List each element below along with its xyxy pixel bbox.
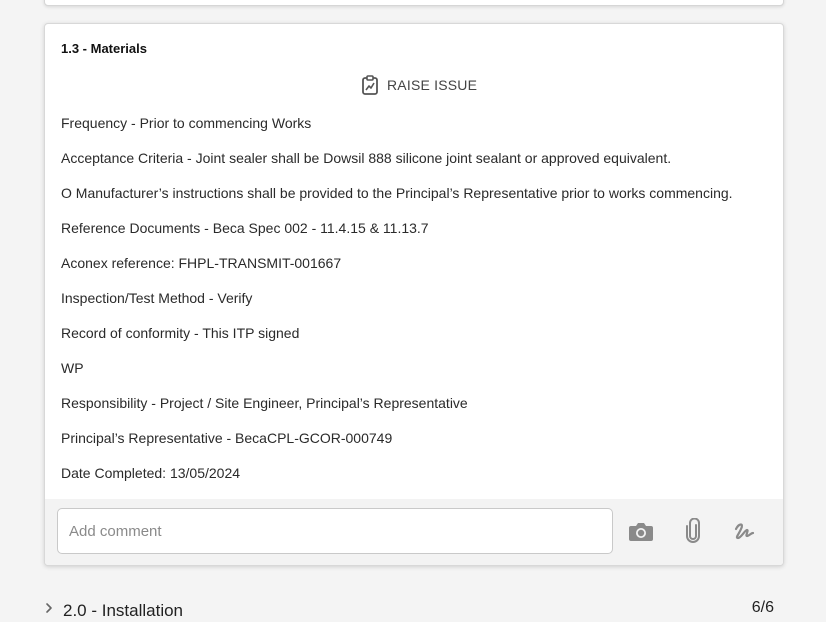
previous-item-card <box>44 0 784 6</box>
signature-button[interactable] <box>731 519 759 547</box>
raise-issue-button[interactable]: RAISE ISSUE <box>361 74 477 96</box>
detail-inspection-method: Inspection/Test Method - Verify <box>61 290 253 306</box>
detail-acceptance-criteria: Acceptance Criteria - Joint sealer shall… <box>61 150 672 166</box>
checklist-item-card: 1.3 - Materials RAISE ISSUE Frequency - … <box>44 23 784 566</box>
section-title: 2.0 - Installation <box>63 601 184 620</box>
detail-responsibility: Responsibility - Project / Site Engineer… <box>61 395 468 411</box>
section-installation-row[interactable]: 2.0 - Installation 6/6 <box>44 596 782 622</box>
section-progress-count: 6/6 <box>751 599 774 616</box>
detail-date-completed: Date Completed: 13/05/2024 <box>61 465 241 481</box>
camera-icon <box>628 520 654 547</box>
detail-aconex-reference: Aconex reference: FHPL-TRANSMIT-001667 <box>61 255 342 271</box>
camera-button[interactable] <box>627 519 655 547</box>
detail-wp: WP <box>61 360 84 376</box>
detail-principal-representative: Principal’s Representative - BecaCPL-GCO… <box>61 430 393 446</box>
item-title: 1.3 - Materials <box>61 41 147 56</box>
comment-input[interactable] <box>57 508 613 554</box>
raise-issue-label: RAISE ISSUE <box>387 77 478 93</box>
signature-icon <box>732 519 758 548</box>
attach-button[interactable] <box>679 517 707 549</box>
detail-record-of-conformity: Record of conformity - This ITP signed <box>61 325 300 341</box>
paperclip-icon <box>684 517 702 549</box>
detail-frequency: Frequency - Prior to commencing Works <box>61 115 312 131</box>
detail-manufacturer-instructions: O Manufacturer’s instructions shall be p… <box>61 185 733 201</box>
item-details: Frequency - Prior to commencing Works Ac… <box>61 114 773 499</box>
clipboard-chart-icon <box>361 75 379 95</box>
comment-bar <box>45 499 783 565</box>
chevron-right-icon <box>44 601 54 620</box>
detail-reference-documents: Reference Documents - Beca Spec 002 - 11… <box>61 220 429 236</box>
